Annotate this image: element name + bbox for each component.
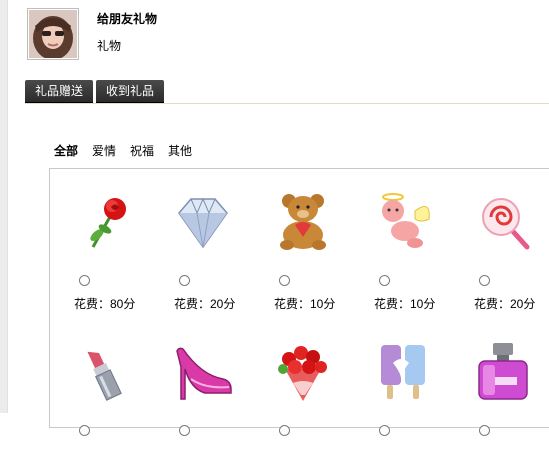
tab-bar: 礼品赠送 收到礼品 <box>25 80 165 102</box>
gift-radio[interactable] <box>179 425 190 436</box>
tab-divider <box>25 103 549 104</box>
page-subtitle: 礼物 <box>97 39 122 53</box>
gift-item <box>55 339 135 449</box>
bouquet-icon[interactable] <box>271 339 335 403</box>
avatar[interactable] <box>27 8 79 60</box>
cupid-icon[interactable] <box>371 189 435 253</box>
rose-icon[interactable] <box>71 189 135 253</box>
filter-love[interactable]: 爱情 <box>92 142 116 159</box>
gift-cost: 花费：10分 <box>274 297 336 311</box>
gift-radio[interactable] <box>479 275 490 286</box>
gift-radio[interactable] <box>79 275 90 286</box>
filter-other[interactable]: 其他 <box>168 142 192 159</box>
lipstick-icon[interactable] <box>71 339 135 403</box>
gift-cost: 花费：20分 <box>474 297 536 311</box>
gift-item: 花费：10分 <box>355 189 435 311</box>
filter-blessing[interactable]: 祝福 <box>130 142 154 159</box>
gift-radio[interactable] <box>479 425 490 436</box>
gift-list: 花费：80分 花费：20分 花费：10分 花费：10分 花费：20分 <box>49 168 549 436</box>
tab-received-gifts[interactable]: 收到礼品 <box>96 80 165 102</box>
avatar-photo-icon <box>29 10 77 58</box>
gift-item <box>255 339 335 449</box>
tab-send-gift[interactable]: 礼品赠送 <box>25 80 94 102</box>
gift-item: 花费：10分 <box>255 189 335 311</box>
popsicle-icon[interactable] <box>371 339 435 403</box>
gift-radio[interactable] <box>179 275 190 286</box>
gift-item <box>455 339 535 449</box>
gift-item <box>355 339 435 449</box>
gift-cost: 花费：10分 <box>374 297 436 311</box>
gift-item: 花费：20分 <box>455 189 535 311</box>
gift-radio[interactable] <box>79 425 90 436</box>
teddy-bear-icon[interactable] <box>271 189 335 253</box>
gift-item: 花费：20分 <box>155 189 235 311</box>
category-filters: 全部 爱情 祝福 其他 <box>54 142 192 159</box>
gift-cost: 花费：20分 <box>174 297 236 311</box>
gift-cost: 花费：80分 <box>74 297 136 311</box>
gift-item <box>155 339 235 449</box>
high-heel-icon[interactable] <box>171 339 235 403</box>
lollipop-icon[interactable] <box>471 189 535 253</box>
gift-item: 花费：80分 <box>55 189 135 311</box>
diamond-icon[interactable] <box>171 189 235 253</box>
filter-all[interactable]: 全部 <box>54 142 78 159</box>
gift-radio[interactable] <box>279 275 290 286</box>
gift-radio[interactable] <box>279 425 290 436</box>
left-border <box>0 0 8 413</box>
gift-radio[interactable] <box>379 425 390 436</box>
page-title: 给朋友礼物 <box>97 12 158 26</box>
perfume-icon[interactable] <box>471 339 535 403</box>
gift-radio[interactable] <box>379 275 390 286</box>
